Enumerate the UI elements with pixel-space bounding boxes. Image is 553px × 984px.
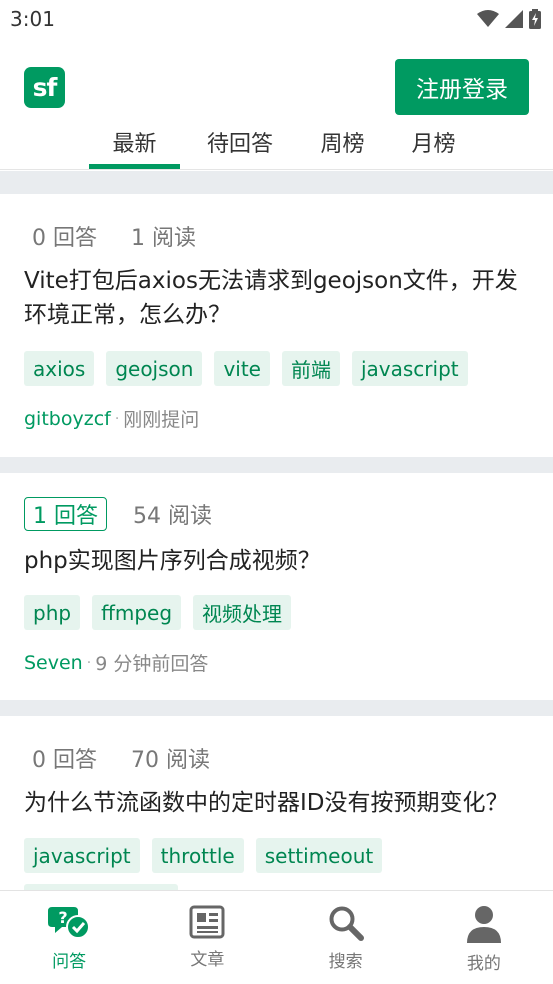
- question-stats: 0 回答 70 阅读: [24, 741, 210, 775]
- question-meta: gitboyzcf · 刚刚提问: [24, 405, 199, 432]
- svg-text:?: ?: [58, 908, 67, 927]
- tag[interactable]: settimeout: [255, 838, 383, 873]
- question-title[interactable]: php实现图片序列合成视频？: [24, 544, 534, 578]
- qa-icon: ?: [48, 907, 91, 939]
- tag[interactable]: php: [24, 595, 81, 630]
- app-header: sf 注册登录 最新 待回答 周榜 月榜: [0, 38, 553, 170]
- question-stats: 0 回答 1 阅读: [24, 219, 196, 253]
- nav-item-profile[interactable]: 我的: [415, 891, 553, 984]
- logo-text: sf: [32, 73, 58, 102]
- question-title[interactable]: 为什么节流函数中的定时器ID没有按预期变化？: [24, 786, 534, 820]
- nav-item-search[interactable]: 搜索: [277, 891, 415, 984]
- tag[interactable]: ffmpeg: [92, 595, 182, 630]
- question-stats: 1 回答 54 阅读: [24, 497, 212, 531]
- search-icon: [329, 906, 364, 941]
- meta-separator: ·: [86, 654, 92, 671]
- section-divider: [0, 457, 553, 473]
- status-icons: [477, 9, 541, 29]
- tag[interactable]: 视频处理: [193, 595, 292, 630]
- sf-logo[interactable]: sf: [24, 67, 65, 108]
- answer-count: 1 回答: [24, 497, 107, 531]
- question-title[interactable]: Vite打包后axios无法请求到geojson文件，开发环境正常，怎么办？: [24, 264, 534, 332]
- meta-separator: ·: [114, 410, 120, 427]
- status-bar: 3:01: [0, 0, 553, 38]
- question-card[interactable]: 0 回答 1 阅读 Vite打包后axios无法请求到geojson文件，开发环…: [0, 194, 553, 457]
- tab-active-indicator: [89, 164, 180, 169]
- author-name[interactable]: gitboyzcf: [24, 408, 111, 430]
- status-time: 3:01: [10, 7, 55, 31]
- bottom-nav: ? 问答 文章 搜索 我的: [0, 890, 553, 984]
- section-divider: [0, 700, 553, 716]
- view-count: 70 阅读: [131, 748, 210, 773]
- tab-unanswered[interactable]: 待回答: [194, 126, 286, 170]
- post-time: 刚刚提问: [123, 409, 200, 431]
- question-card[interactable]: 0 回答 70 阅读 为什么节流函数中的定时器ID没有按预期变化？ javasc…: [0, 716, 553, 890]
- tag[interactable]: geojson: [106, 351, 203, 386]
- nav-item-qa[interactable]: ? 问答: [0, 891, 138, 984]
- tag[interactable]: throttle: [151, 838, 244, 873]
- nav-label: 文章: [190, 950, 225, 970]
- tag[interactable]: 前端: [281, 351, 340, 386]
- nav-label: 搜索: [328, 952, 363, 972]
- section-divider: [0, 171, 553, 194]
- answer-count: 0 回答: [32, 748, 97, 773]
- tag[interactable]: vite: [214, 351, 270, 386]
- signal-icon: [505, 10, 523, 28]
- tag[interactable]: javascript: [24, 838, 140, 873]
- view-count: 54 阅读: [133, 504, 212, 529]
- article-icon: [189, 905, 225, 939]
- battery-icon: [529, 9, 541, 29]
- tag-list: axios geojson vite 前端 javascript: [24, 351, 468, 386]
- tab-weekly[interactable]: 周榜: [300, 126, 385, 170]
- wifi-icon: [477, 10, 499, 27]
- tag-list: javascript throttle settimeout: [24, 838, 383, 873]
- nav-label: 问答: [52, 952, 87, 972]
- tab-monthly[interactable]: 月榜: [391, 126, 476, 170]
- tag[interactable]: axios: [24, 351, 95, 386]
- answer-count: 0 回答: [32, 226, 97, 251]
- question-card[interactable]: 1 回答 54 阅读 php实现图片序列合成视频？ php ffmpeg 视频处…: [0, 473, 553, 700]
- author-name[interactable]: Seven: [24, 652, 83, 674]
- view-count: 1 阅读: [131, 226, 196, 251]
- signin-button[interactable]: 注册登录: [395, 59, 529, 115]
- tab-bar: 最新 待回答 周榜 月榜: [0, 126, 553, 170]
- nav-item-article[interactable]: 文章: [138, 891, 276, 984]
- profile-icon: [466, 906, 501, 943]
- tag-list: php ffmpeg 视频处理: [24, 595, 292, 630]
- tag[interactable]: javascript: [351, 351, 468, 386]
- post-time: 9 分钟前回答: [95, 653, 209, 675]
- question-meta: Seven · 9 分钟前回答: [24, 649, 208, 676]
- nav-label: 我的: [466, 954, 501, 974]
